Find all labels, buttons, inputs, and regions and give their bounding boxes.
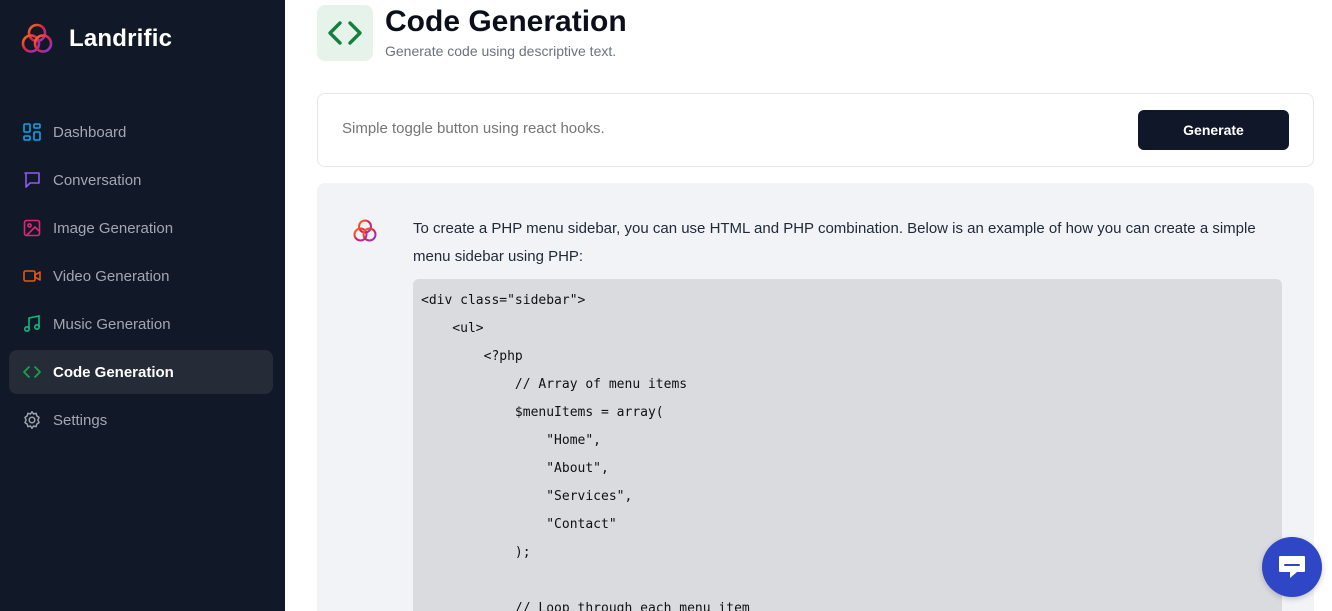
music-icon: [22, 314, 42, 334]
chat-support-button[interactable]: [1262, 537, 1322, 597]
code-line: <ul>: [421, 321, 484, 336]
code-line: // Loop through each menu item: [421, 601, 750, 611]
code-icon: [328, 21, 362, 45]
code-line: "Services",: [421, 489, 633, 504]
sidebar-item-video-generation[interactable]: Video Generation: [9, 254, 273, 298]
chat-icon: [22, 170, 42, 190]
code-line: );: [421, 545, 531, 560]
code-line: "Contact": [421, 517, 617, 532]
sidebar-item-conversation[interactable]: Conversation: [9, 158, 273, 202]
code-line: $menuItems = array(: [421, 405, 664, 420]
response-text: To create a PHP menu sidebar, you can us…: [413, 220, 1256, 265]
code-line: "About",: [421, 461, 609, 476]
page-subtitle: Generate code using descriptive text.: [385, 43, 617, 59]
sidebar-item-label: Image Generation: [53, 219, 174, 237]
prompt-input[interactable]: [342, 120, 1102, 137]
sidebar-item-image-generation[interactable]: Image Generation: [9, 206, 273, 250]
gear-icon: [22, 410, 42, 430]
brand[interactable]: Landrific: [20, 22, 172, 56]
sidebar-item-code-generation[interactable]: Code Generation: [9, 350, 273, 394]
sidebar-item-settings[interactable]: Settings: [9, 398, 273, 442]
code-line: <div class="sidebar">: [421, 293, 586, 308]
video-icon: [22, 266, 42, 286]
code-block: <div class="sidebar"> <ul> <?php // Arra…: [413, 279, 1282, 611]
response-message: To create a PHP menu sidebar, you can us…: [317, 183, 1314, 611]
sidebar-item-label: Dashboard: [53, 123, 127, 141]
code-icon: [22, 362, 42, 382]
bot-avatar-icon: [353, 219, 377, 242]
page-title: Code Generation: [385, 5, 627, 38]
sidebar-item-label: Settings: [53, 411, 108, 429]
chat-bubble-icon: [1279, 556, 1305, 578]
sidebar-item-label: Video Generation: [53, 267, 170, 285]
sidebar-item-label: Code Generation: [53, 363, 174, 381]
code-line: <?php: [421, 349, 523, 364]
sidebar-item-label: Music Generation: [53, 315, 171, 333]
code-line: // Array of menu items: [421, 377, 688, 392]
prompt-form: Generate: [317, 93, 1314, 167]
code-line: "Home",: [421, 433, 602, 448]
sidebar-item-dashboard[interactable]: Dashboard: [9, 110, 273, 154]
sidebar-item-music-generation[interactable]: Music Generation: [9, 302, 273, 346]
image-icon: [22, 218, 42, 238]
sidebar-item-label: Conversation: [53, 171, 142, 189]
dashboard-icon: [22, 122, 42, 142]
main-content: Code Generation Generate code using desc…: [285, 0, 1332, 611]
sidebar-nav: Dashboard Conversation Image Generation: [9, 110, 273, 446]
logo-icon: [21, 23, 53, 53]
header-icon-box: [317, 5, 373, 61]
brand-name: Landrific: [69, 25, 173, 52]
generate-button[interactable]: Generate: [1138, 110, 1289, 150]
sidebar: Landrific Dashboard Conversation Image G…: [0, 0, 285, 611]
